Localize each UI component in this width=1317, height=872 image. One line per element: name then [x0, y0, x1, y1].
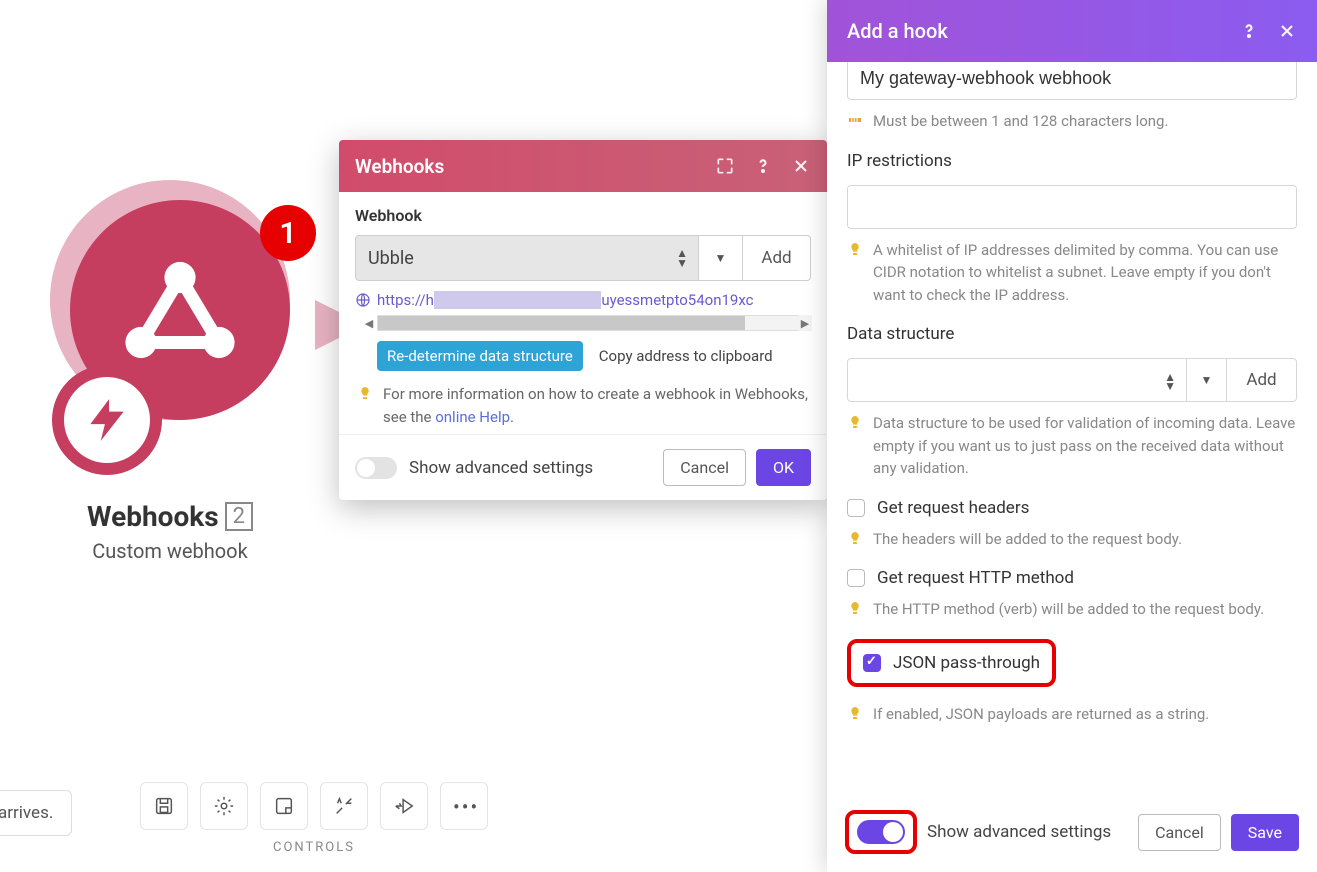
- chevrons-icon: ▲▼: [1164, 373, 1176, 391]
- node-title: Webhooks2: [0, 500, 340, 533]
- node-subtitle: Custom webhook: [0, 539, 340, 563]
- info-text: For more information on how to create a …: [383, 383, 811, 428]
- webhook-icon: [115, 245, 245, 375]
- webhooks-modal: Webhooks Webhook Ubble ▲▼ ▼ Add https://…: [339, 140, 827, 500]
- canvas: 1 Webhooks2 Custom webhook ta arrives. •…: [0, 0, 1317, 872]
- add-hook-title: Add a hook: [847, 19, 948, 43]
- bulb-icon: [357, 385, 373, 401]
- trigger-badge: [52, 365, 162, 475]
- get-headers-label: Get request headers: [877, 498, 1029, 518]
- expand-icon[interactable]: [715, 156, 735, 176]
- online-help-link[interactable]: online Help: [435, 408, 510, 426]
- get-headers-checkbox[interactable]: [847, 499, 865, 517]
- scroll-right-icon[interactable]: ▶: [798, 315, 812, 331]
- chevrons-icon: ▲▼: [676, 248, 688, 268]
- data-structure-label: Data structure: [847, 324, 1297, 344]
- redetermine-button[interactable]: Re-determine data structure: [377, 341, 583, 371]
- json-passthrough-checkbox[interactable]: [863, 654, 881, 672]
- cancel-button[interactable]: Cancel: [663, 449, 746, 486]
- webhooks-modal-title: Webhooks: [355, 155, 444, 178]
- show-advanced-highlight: [845, 810, 917, 854]
- bulb-icon: [847, 600, 863, 616]
- copy-address-link[interactable]: Copy address to clipboard: [599, 347, 773, 365]
- ok-button[interactable]: OK: [756, 449, 811, 486]
- note-icon-button[interactable]: [260, 782, 308, 830]
- more-icon-button[interactable]: •••: [440, 782, 488, 830]
- bulb-icon: [847, 241, 863, 257]
- ruler-icon: [847, 112, 863, 128]
- add-hook-header: Add a hook: [827, 0, 1317, 62]
- bulb-icon: [847, 705, 863, 721]
- json-passthrough-label: JSON pass-through: [893, 653, 1040, 673]
- close-icon[interactable]: [791, 156, 811, 176]
- get-method-hint: The HTTP method (verb) will be added to …: [873, 598, 1264, 621]
- webhooks-node[interactable]: 1 Webhooks2 Custom webhook: [0, 190, 340, 563]
- show-advanced-label: Show advanced settings: [409, 458, 663, 478]
- autoalign-icon-button[interactable]: [320, 782, 368, 830]
- hook-name-input[interactable]: [847, 62, 1297, 100]
- panel-show-advanced-label: Show advanced settings: [927, 822, 1138, 842]
- settings-icon-button[interactable]: [200, 782, 248, 830]
- globe-icon: [355, 292, 371, 308]
- node-badge: 1: [260, 205, 316, 261]
- controls-label: CONTROLS: [273, 840, 355, 855]
- webhook-select-dropdown[interactable]: ▼: [699, 235, 743, 281]
- get-method-checkbox[interactable]: [847, 569, 865, 587]
- show-advanced-toggle-on[interactable]: [857, 820, 905, 844]
- webhook-field-label: Webhook: [355, 206, 811, 225]
- webhook-add-button[interactable]: Add: [743, 235, 811, 281]
- save-icon-button[interactable]: [140, 782, 188, 830]
- webhook-url[interactable]: https://hxuyessmetpto54on19xc: [377, 291, 754, 309]
- webhooks-modal-header: Webhooks: [339, 140, 827, 192]
- help-icon[interactable]: [753, 156, 773, 176]
- ip-restrictions-input[interactable]: [847, 185, 1297, 229]
- bolt-icon: [82, 395, 132, 445]
- scroll-left-icon[interactable]: ◀: [362, 315, 376, 331]
- webhook-select-value: Ubble: [368, 248, 414, 269]
- show-advanced-toggle-off[interactable]: [355, 457, 397, 479]
- close-icon[interactable]: [1277, 21, 1297, 41]
- data-structure-dropdown[interactable]: ▼: [1187, 358, 1227, 402]
- panel-save-button[interactable]: Save: [1231, 814, 1299, 851]
- hook-name-hint: Must be between 1 and 128 characters lon…: [873, 110, 1168, 133]
- panel-cancel-button[interactable]: Cancel: [1138, 814, 1221, 851]
- ip-restrictions-hint: A whitelist of IP addresses delimited by…: [873, 239, 1297, 307]
- url-scrollbar[interactable]: ◀ ▶: [377, 315, 811, 331]
- get-headers-hint: The headers will be added to the request…: [873, 528, 1182, 551]
- data-structure-hint: Data structure to be used for validation…: [873, 412, 1297, 480]
- ip-restrictions-label: IP restrictions: [847, 151, 1297, 171]
- data-structure-select[interactable]: ▲▼: [847, 358, 1187, 402]
- node-graphic: 1: [40, 190, 300, 450]
- add-hook-panel: Add a hook Must be between 1 and 128 cha…: [827, 0, 1317, 872]
- bulb-icon: [847, 414, 863, 430]
- json-passthrough-highlight: JSON pass-through: [847, 639, 1056, 687]
- bulb-icon: [847, 530, 863, 546]
- get-method-label: Get request HTTP method: [877, 568, 1074, 588]
- data-structure-add-button[interactable]: Add: [1227, 358, 1297, 402]
- node-count: 2: [225, 502, 253, 531]
- webhook-select[interactable]: Ubble ▲▼: [355, 235, 699, 281]
- explain-icon-button[interactable]: [380, 782, 428, 830]
- help-icon[interactable]: [1239, 21, 1259, 41]
- json-passthrough-hint: If enabled, JSON payloads are returned a…: [873, 703, 1209, 726]
